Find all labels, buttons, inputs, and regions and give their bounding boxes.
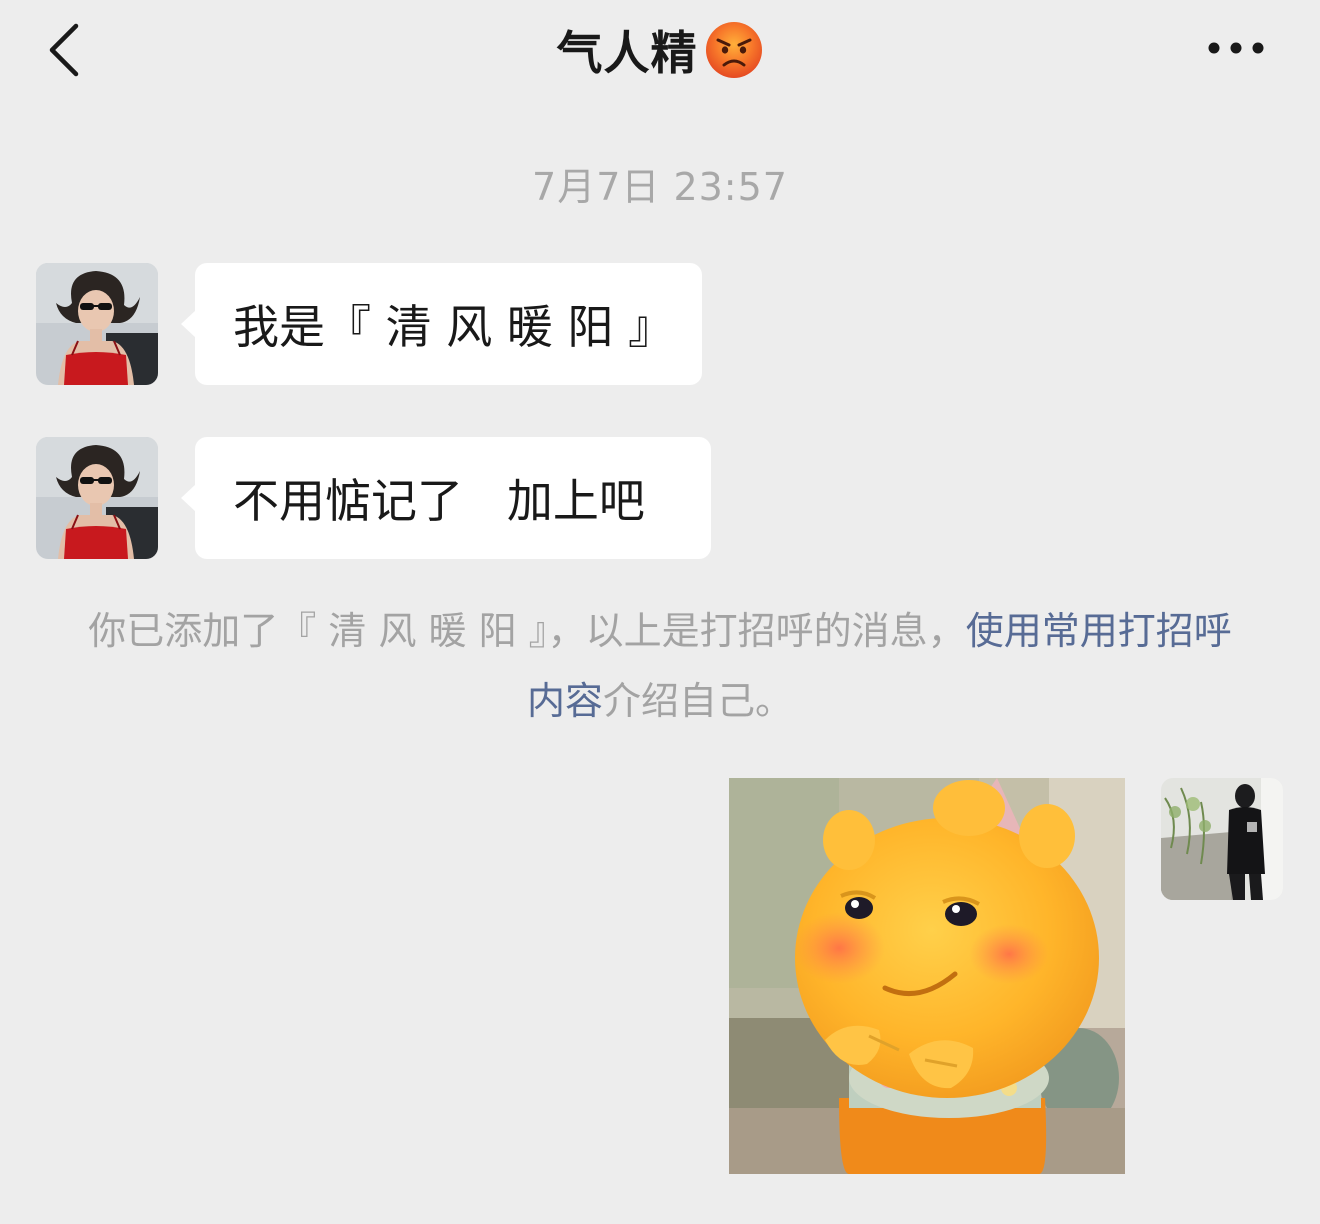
chat-title: 气人精 (556, 26, 698, 80)
man-photo-avatar-image (1161, 778, 1283, 900)
system-notice: 你已添加了『 清 风 暖 阳 』，以上是打招呼的消息，使用常用打招呼内容介绍自己… (80, 596, 1240, 736)
chat-header: 气人精 (0, 0, 1320, 100)
woman-portrait-avatar-image (36, 263, 158, 385)
message-text: 不用惦记了 加上吧 (233, 474, 645, 528)
self-avatar[interactable] (1161, 778, 1283, 900)
chat-title-group: 气人精 (0, 18, 1320, 82)
message-text: 我是『 清 风 暖 阳 』 (233, 300, 675, 354)
woman-portrait-avatar-image (36, 437, 158, 559)
contact-avatar[interactable] (36, 437, 158, 559)
angry-face-emoji-icon (705, 22, 762, 78)
message-bubble[interactable]: 不用惦记了 加上吧 (181, 437, 711, 559)
more-dots-icon (1208, 42, 1264, 54)
sticker-message[interactable] (729, 778, 1125, 1174)
yellow-cartoon-sticker-icon (729, 778, 1125, 1174)
message-bubble[interactable]: 我是『 清 风 暖 阳 』 (181, 263, 702, 385)
contact-avatar[interactable] (36, 263, 158, 385)
message-timestamp: 7月7日 23:57 (532, 165, 788, 209)
more-options-button[interactable] (1196, 24, 1276, 72)
system-notice-suffix: 介绍自己。 (603, 679, 794, 723)
system-notice-prefix: 你已添加了『 清 风 暖 阳 』，以上是打招呼的消息， (88, 609, 966, 653)
